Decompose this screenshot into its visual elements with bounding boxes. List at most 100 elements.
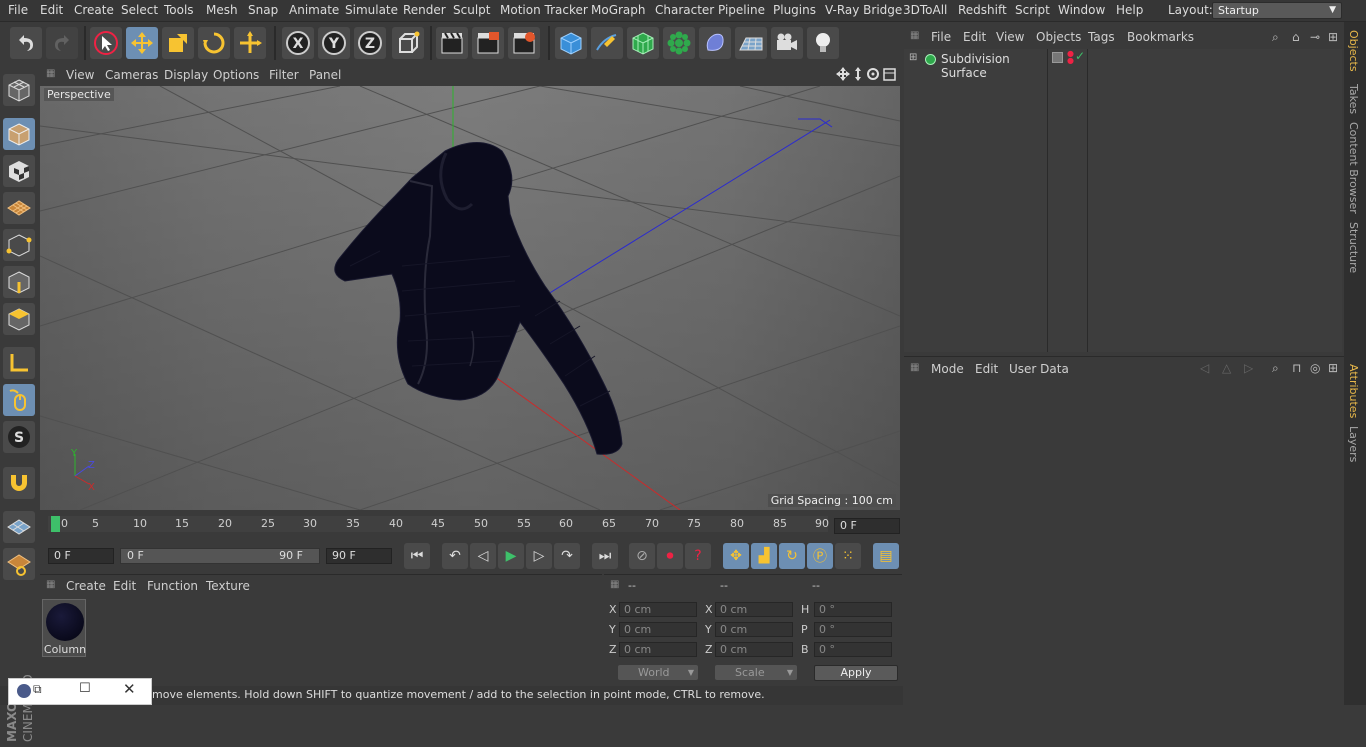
material-menu-edit[interactable]: Edit	[113, 579, 136, 593]
object-menu-edit[interactable]: Edit	[963, 30, 986, 44]
tweak-mode-button[interactable]	[3, 384, 35, 416]
menu-redshift[interactable]: Redshift	[958, 3, 1007, 17]
key-scale-button[interactable]: ▟	[751, 543, 777, 569]
maximize-view-icon[interactable]	[883, 68, 896, 81]
menu-file[interactable]: File	[8, 3, 28, 17]
render-picture-viewer-button[interactable]	[472, 27, 504, 59]
up-arrow-icon[interactable]: △	[1222, 361, 1231, 375]
render-settings-button[interactable]	[508, 27, 540, 59]
menu-script[interactable]: Script	[1015, 3, 1050, 17]
size-x-field[interactable]: 0 cm	[715, 602, 793, 617]
go-to-start-button[interactable]: ⏮	[404, 543, 430, 569]
point-mode-button[interactable]	[3, 229, 35, 261]
object-menu-tags[interactable]: Tags	[1088, 30, 1115, 44]
viewport-menu-options[interactable]: Options	[213, 68, 259, 82]
search-icon[interactable]: ⌕	[1272, 30, 1279, 45]
viewport-menu-panel[interactable]: Panel	[309, 68, 341, 82]
subdivision-button[interactable]	[627, 27, 659, 59]
restore-icon[interactable]: ⧉	[33, 682, 42, 697]
perspective-viewport[interactable]: Y Z X Perspective Grid Spacing : 100 cm	[40, 86, 900, 510]
layout-dropdown[interactable]: Startup ▼	[1212, 2, 1342, 19]
play-button[interactable]: ▶	[498, 543, 524, 569]
maximize-icon[interactable]: ☐	[79, 681, 91, 696]
x-axis-button[interactable]: X	[282, 27, 314, 59]
object-menu-file[interactable]: File	[931, 30, 951, 44]
redo-button[interactable]	[46, 27, 78, 59]
rotation-h-field[interactable]: 0 °	[814, 602, 892, 617]
position-z-field[interactable]: 0 cm	[619, 642, 697, 657]
attribute-menu-user-data[interactable]: User Data	[1009, 362, 1069, 376]
light-button[interactable]	[807, 27, 839, 59]
menu-select[interactable]: Select	[121, 3, 158, 17]
forward-arrow-icon[interactable]: ▷	[1244, 361, 1253, 375]
size-z-field[interactable]: 0 cm	[715, 642, 793, 657]
floor-button[interactable]	[735, 27, 767, 59]
object-menu-bookmarks[interactable]: Bookmarks	[1127, 30, 1194, 44]
zoom-icon[interactable]	[855, 67, 861, 81]
next-frame-button[interactable]: ▷	[526, 543, 552, 569]
minimized-window-bar[interactable]: ⧉ ☐ ✕	[8, 678, 152, 705]
timeline-ruler[interactable]: 0 5 10 15 20 25 30 35 40 45 50 55 60 65 …	[40, 512, 902, 538]
menu-vray-bridge[interactable]: V-Ray Bridge	[825, 3, 902, 17]
coordinate-system-button[interactable]	[392, 27, 424, 59]
size-mode-dropdown[interactable]: Scale ▼	[715, 665, 797, 680]
object-menu-objects[interactable]: Objects	[1036, 30, 1081, 44]
key-rotation-button[interactable]: ↻	[779, 543, 805, 569]
pen-spline-button[interactable]	[591, 27, 623, 59]
live-selection-button[interactable]	[90, 27, 122, 59]
workplane-mode-button[interactable]	[3, 192, 35, 224]
grid-snap-button[interactable]	[3, 511, 35, 543]
timeline-window-button[interactable]: ▤	[873, 543, 899, 569]
cube-button[interactable]	[555, 27, 587, 59]
scale-button[interactable]	[162, 27, 194, 59]
visibility-dots-icon[interactable]: ● ●	[1067, 50, 1074, 65]
end-frame-field[interactable]: 90 F	[326, 548, 392, 564]
enabled-check-icon[interactable]: ✓	[1075, 49, 1085, 63]
magnet-button[interactable]	[3, 467, 35, 499]
tab-objects[interactable]: Objects	[1347, 30, 1360, 72]
tab-layers[interactable]: Layers	[1347, 426, 1360, 462]
orbit-icon[interactable]	[867, 68, 879, 80]
viewport-menu-cameras[interactable]: Cameras	[105, 68, 158, 82]
menu-pipeline[interactable]: Pipeline	[718, 3, 765, 17]
menu-mesh[interactable]: Mesh	[206, 3, 238, 17]
current-frame-field[interactable]: 0 F	[834, 518, 900, 534]
rotation-p-field[interactable]: 0 °	[814, 622, 892, 637]
new-panel-icon[interactable]: ⊞	[1328, 30, 1338, 44]
tab-content-browser[interactable]: Content Browser	[1347, 122, 1360, 214]
layer-icon[interactable]	[1052, 52, 1063, 63]
menu-create[interactable]: Create	[74, 3, 114, 17]
material-menu-function[interactable]: Function	[147, 579, 198, 593]
y-axis-button[interactable]: Y	[318, 27, 350, 59]
key-parameter-button[interactable]: Ⓟ	[807, 543, 833, 569]
timeline-track[interactable]: 0 5 10 15 20 25 30 35 40 45 50 55 60 65 …	[48, 516, 829, 532]
viewport-menu-display[interactable]: Display	[164, 68, 208, 82]
autokey-button[interactable]: ⏺	[657, 543, 683, 569]
apply-button[interactable]: Apply	[814, 665, 898, 681]
coordinate-space-dropdown[interactable]: World ▼	[618, 665, 698, 680]
rotation-b-field[interactable]: 0 °	[814, 642, 892, 657]
pan-icon[interactable]	[836, 67, 850, 81]
menu-motion-tracker[interactable]: Motion Tracker	[500, 3, 588, 17]
lock-icon[interactable]: ⊓	[1292, 361, 1301, 375]
position-y-field[interactable]: 0 cm	[619, 622, 697, 637]
material-menu-texture[interactable]: Texture	[206, 579, 250, 593]
menu-3dtoall[interactable]: 3DToAll	[903, 3, 947, 17]
menu-plugins[interactable]: Plugins	[773, 3, 816, 17]
menu-window[interactable]: Window	[1058, 3, 1105, 17]
key-position-button[interactable]: ✥	[723, 543, 749, 569]
attribute-menu-mode[interactable]: Mode	[931, 362, 964, 376]
menu-snap[interactable]: Snap	[248, 3, 278, 17]
menu-animate[interactable]: Animate	[289, 3, 339, 17]
expand-icon[interactable]: ⊞	[909, 52, 917, 63]
workplane-snap-button[interactable]	[3, 548, 35, 580]
menu-character[interactable]: Character	[655, 3, 714, 17]
back-arrow-icon[interactable]: ◁	[1200, 361, 1209, 375]
object-menu-view[interactable]: View	[996, 30, 1024, 44]
size-y-field[interactable]: 0 cm	[715, 622, 793, 637]
camera-button[interactable]	[771, 27, 803, 59]
edge-mode-button[interactable]	[3, 266, 35, 298]
viewport-nav-icons[interactable]	[836, 67, 898, 83]
target-icon[interactable]: ◎	[1310, 361, 1320, 375]
deformer-button[interactable]	[699, 27, 731, 59]
